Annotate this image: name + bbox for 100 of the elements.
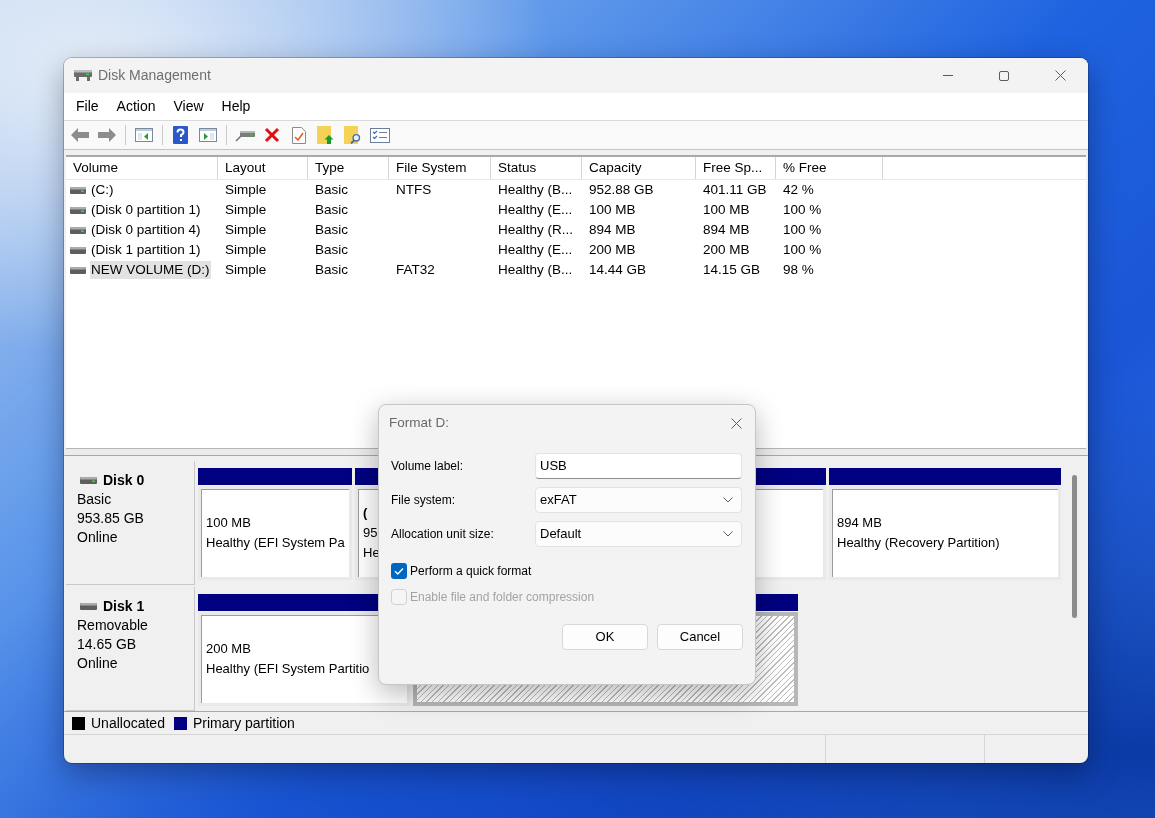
partition-size: 200 MB [206, 640, 251, 658]
legend-label: Unallocated [91, 713, 165, 733]
table-cell-text: Simple [224, 261, 268, 279]
table-cell-text: Basic [314, 181, 349, 199]
chevron-down-icon [723, 531, 733, 537]
table-cell-text: Simple [224, 201, 268, 219]
checkbox[interactable] [391, 563, 407, 579]
table-cell-text: 894 MB [588, 221, 637, 239]
partition-size: 894 MB [837, 514, 882, 532]
partition-size: 95 [363, 524, 378, 542]
column-header[interactable]: Type [308, 157, 389, 179]
disk-size: 14.65 GB [77, 635, 137, 654]
field-label: Volume label: [391, 458, 465, 475]
field-label: Allocation unit size: [391, 526, 495, 543]
table-cell-text: 100 MB [702, 201, 751, 219]
drive-icon [74, 70, 92, 81]
drive-icon [70, 266, 86, 274]
disk-size: 953.85 GB [77, 509, 144, 528]
table-cell-text: Basic [314, 221, 349, 239]
drive-icon[interactable] [234, 128, 255, 142]
menu-item[interactable]: File [67, 96, 108, 117]
partition-size: 100 MB [206, 514, 251, 532]
column-header[interactable]: Free Sp... [696, 157, 776, 179]
window-title: Disk Management [98, 66, 211, 85]
table-cell-text: Simple [224, 241, 268, 259]
dropdown-field[interactable]: exFAT [535, 487, 742, 513]
table-cell-text: 14.15 GB [702, 261, 762, 279]
document-check-icon[interactable] [291, 126, 306, 144]
delete-icon[interactable] [263, 127, 280, 143]
text-field[interactable]: USB [535, 453, 742, 479]
column-header[interactable]: Capacity [582, 157, 696, 179]
panel-icon[interactable] [134, 128, 153, 142]
table-cell-text: NTFS [395, 181, 433, 199]
drive-icon [80, 477, 97, 484]
forward-arrow-icon[interactable] [97, 128, 116, 142]
table-cell-text: 100 % [782, 221, 823, 239]
table-cell-text: 100 % [782, 201, 823, 219]
drive-icon [70, 226, 86, 234]
checklist-icon[interactable] [369, 127, 390, 143]
maximize-icon[interactable] [999, 70, 1009, 81]
back-arrow-icon[interactable] [70, 128, 89, 142]
partition-status: Healthy (Recovery Partition) [837, 534, 1000, 552]
close-icon[interactable] [1054, 70, 1066, 81]
table-cell-text: Basic [314, 201, 349, 219]
menu-item[interactable]: Help [212, 96, 260, 117]
table-cell-text: 200 MB [588, 241, 637, 259]
panel-icon[interactable] [198, 128, 217, 142]
chevron-down-icon [723, 497, 733, 503]
table-cell[interactable]: (C:) [90, 181, 115, 199]
disk-name: Disk 0 [103, 471, 145, 490]
table-cell-text: Healthy (E... [497, 201, 574, 219]
table-cell-text: Simple [224, 181, 268, 199]
table-cell-text: Basic [314, 261, 349, 279]
partition-status: Healthy (EFI System Partitio [206, 660, 370, 678]
table-cell-text: 401.11 GB [702, 181, 768, 199]
partition-status: Healthy (EFI System Pa [206, 534, 345, 552]
column-header[interactable]: % Free [776, 157, 883, 179]
table-cell[interactable]: (Disk 0 partition 1) [90, 201, 202, 219]
column-header[interactable]: Layout [218, 157, 308, 179]
menu-item[interactable]: View [164, 96, 213, 117]
table-cell[interactable]: (Disk 1 partition 1) [90, 241, 202, 259]
table-cell[interactable]: (Disk 0 partition 4) [90, 221, 202, 239]
column-header[interactable]: Volume [66, 157, 218, 179]
table-cell-text: Simple [224, 221, 268, 239]
table-cell[interactable]: NEW VOLUME (D:) [90, 261, 211, 279]
table-cell-text: 42 % [782, 181, 815, 199]
help-icon[interactable] [173, 126, 188, 144]
table-cell-text: Healthy (B... [497, 261, 574, 279]
partition-box[interactable]: 100 MB Healthy (EFI System Pa [198, 486, 352, 580]
dropdown-field[interactable]: Default [535, 521, 742, 547]
table-cell-text: 200 MB [702, 241, 751, 259]
drive-icon [80, 603, 97, 610]
close-icon[interactable] [731, 417, 742, 429]
table-cell-text: 952.88 GB [588, 181, 655, 199]
table-cell-text: Healthy (E... [497, 241, 574, 259]
table-cell-text: Basic [314, 241, 349, 259]
drive-icon [70, 206, 86, 214]
table-cell-text: 14.44 GB [588, 261, 648, 279]
dialog-button[interactable]: OK [562, 624, 648, 650]
field-label: File system: [391, 492, 456, 509]
folder-search-icon[interactable] [344, 126, 361, 144]
table-cell-text: Healthy (B... [497, 181, 574, 199]
column-header[interactable]: Status [491, 157, 582, 179]
table-cell-text: Healthy (R... [497, 221, 575, 239]
partition-box[interactable]: 894 MB Healthy (Recovery Partition) [829, 486, 1061, 580]
checkbox-label[interactable]: Perform a quick format [410, 562, 532, 580]
drive-icon [70, 246, 86, 254]
disk-type: Basic [77, 490, 112, 509]
dialog-title: Format D: [389, 413, 449, 432]
disk-type: Removable [77, 616, 148, 635]
scrollbar-thumb[interactable] [1072, 475, 1077, 618]
legend-label: Primary partition [192, 713, 295, 733]
drive-icon [70, 186, 86, 194]
disk-name: Disk 1 [103, 597, 145, 616]
dialog-button[interactable]: Cancel [657, 624, 743, 650]
table-cell-text: 100 MB [588, 201, 637, 219]
column-header[interactable]: File System [389, 157, 491, 179]
table-cell-text: FAT32 [395, 261, 436, 279]
menu-item[interactable]: Action [107, 96, 165, 117]
partition-label: ( [363, 504, 368, 522]
